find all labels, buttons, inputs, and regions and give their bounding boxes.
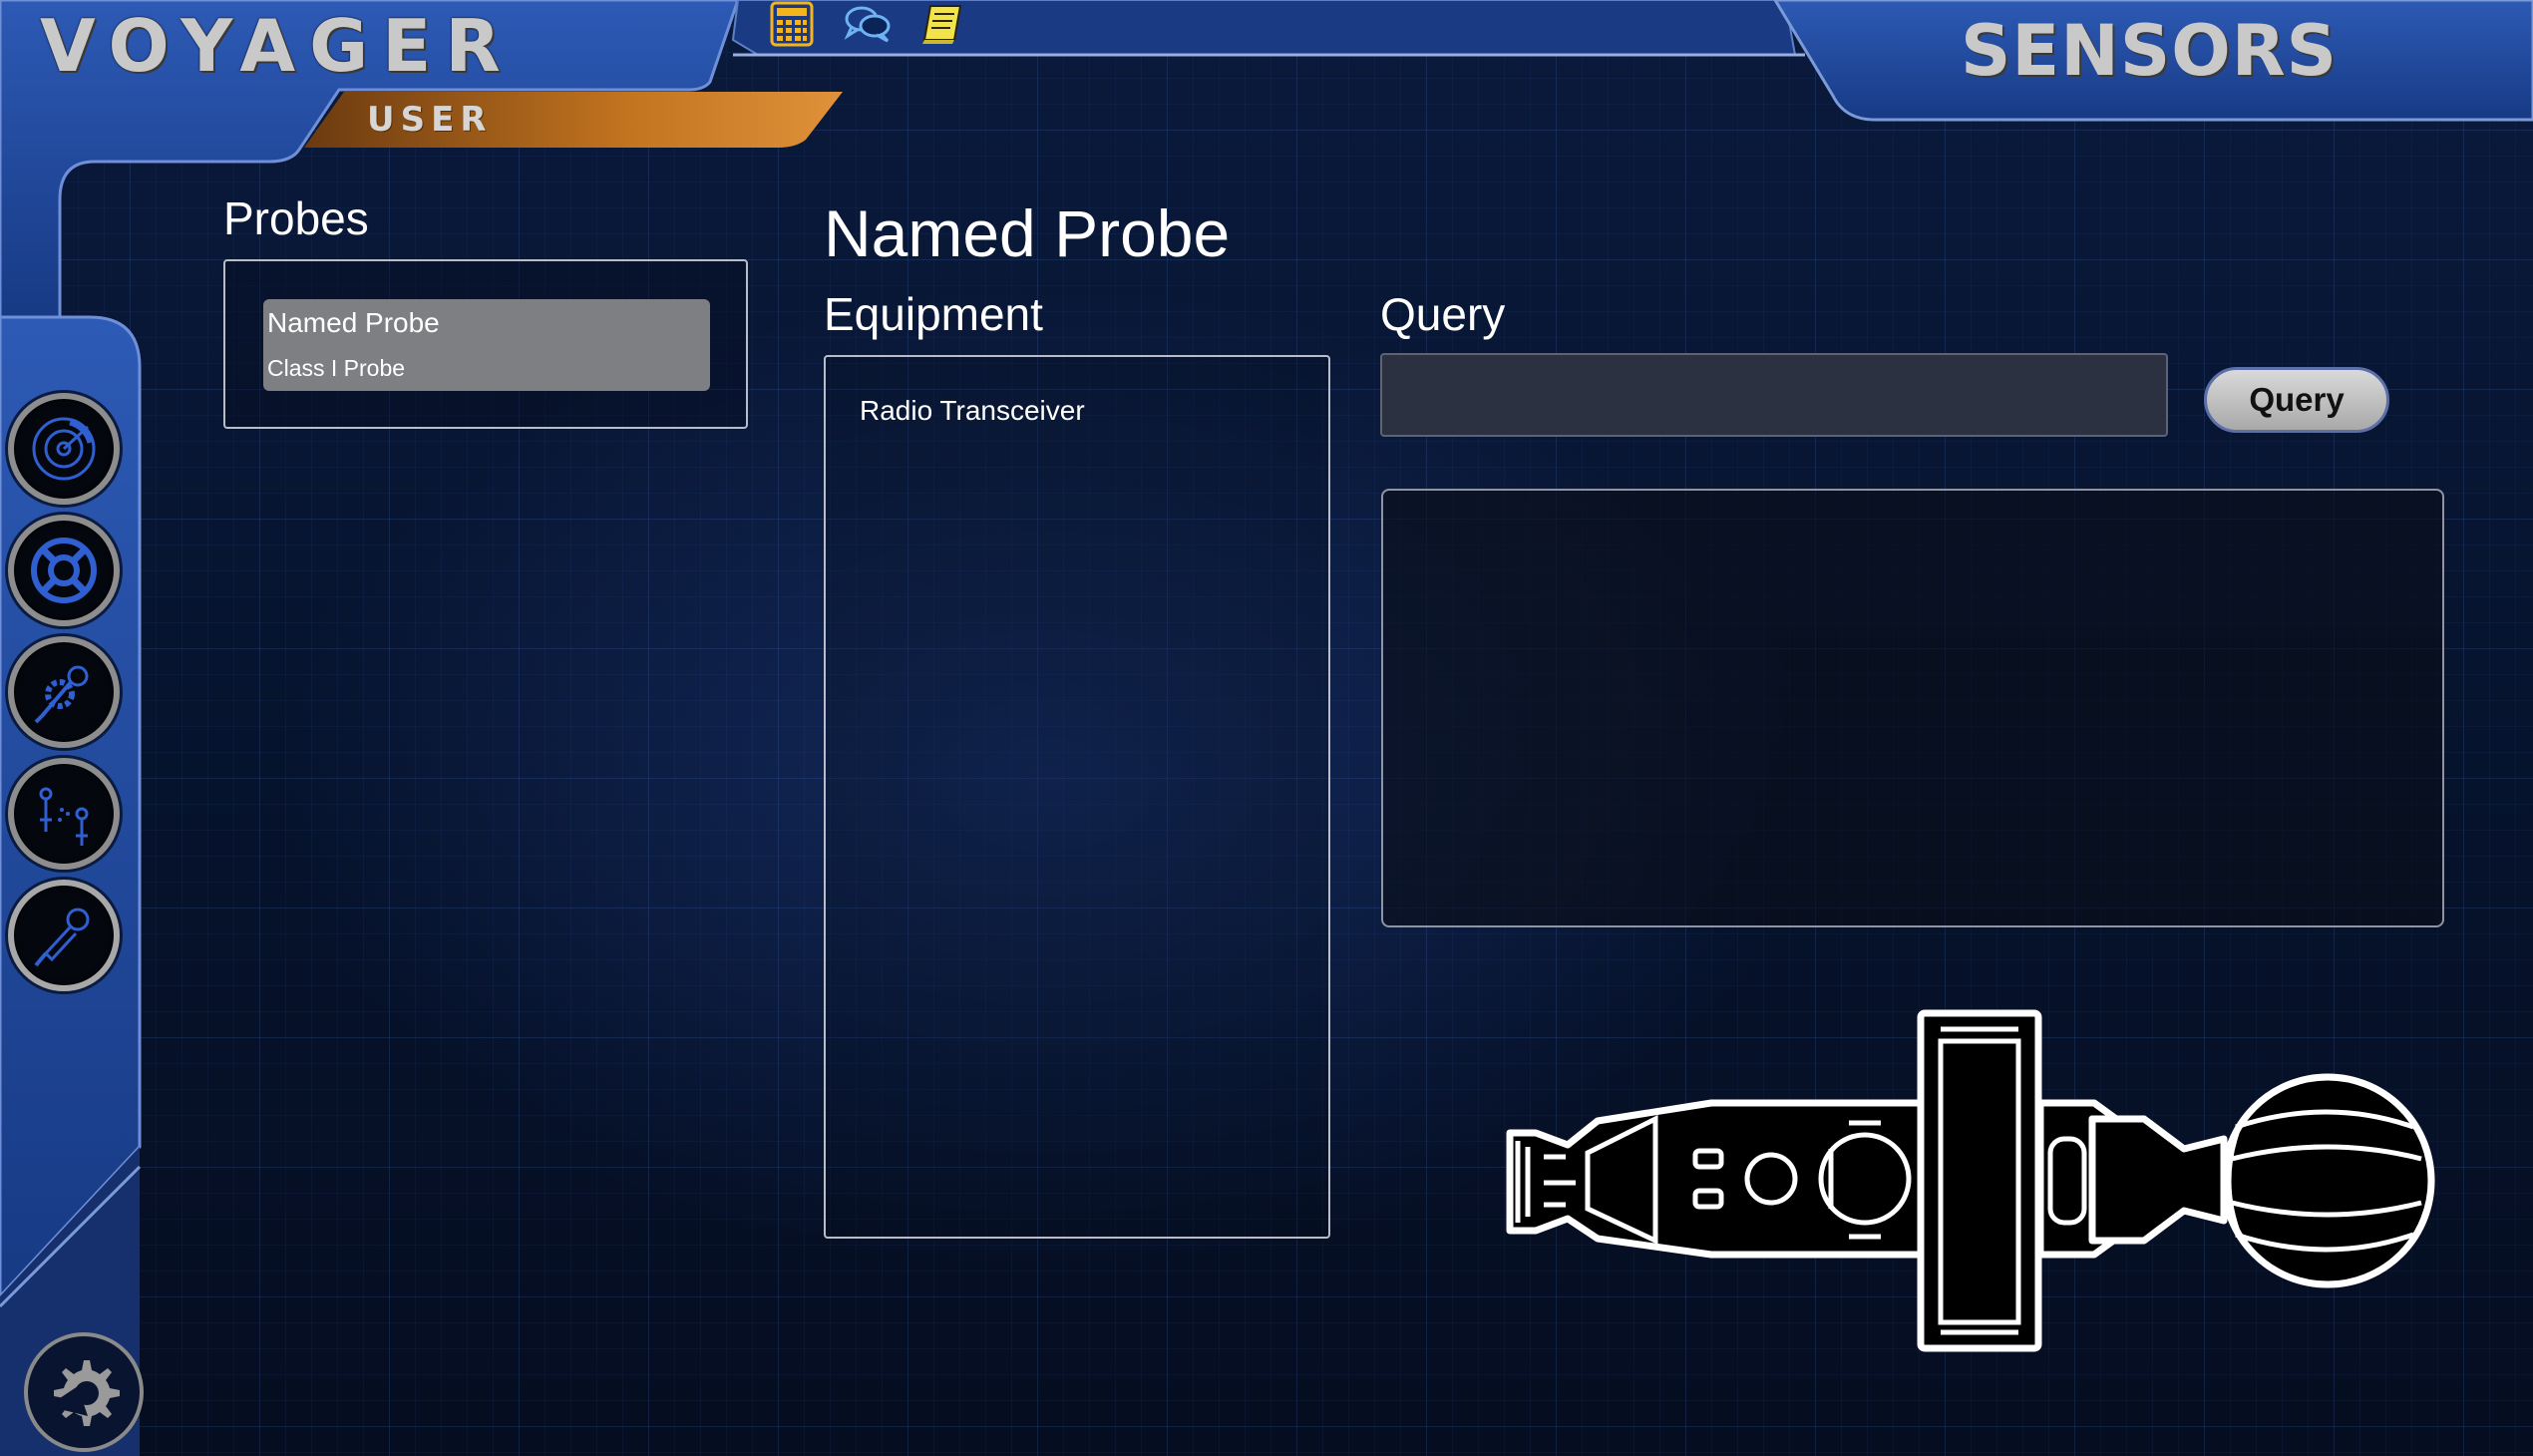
list-item[interactable]: Radio Transceiver [860, 395, 1085, 427]
query-results [1381, 489, 2444, 927]
sidebar-item-probe-network[interactable] [8, 758, 120, 870]
query-button[interactable]: Query [2204, 367, 2389, 433]
gear-icon [48, 1360, 120, 1426]
radar-icon [32, 417, 96, 481]
app-brand: VOYAGER [40, 4, 515, 88]
probe-class: Class I Probe [267, 355, 406, 381]
probe-name: Named Probe [267, 307, 440, 338]
probes-heading: Probes [223, 192, 369, 244]
role-label: USER [367, 100, 493, 140]
probes-list: Named Probe Class I Probe [223, 259, 748, 429]
probe-diagram [1506, 1009, 2435, 1352]
sidebar-item-probe-control[interactable] [8, 880, 120, 991]
sidebar-item-probe-construction[interactable] [8, 636, 120, 748]
equipment-heading: Equipment [824, 288, 1043, 340]
sidebar-item-lifebuoy[interactable] [8, 515, 120, 626]
list-item[interactable]: Named Probe Class I Probe [263, 299, 710, 391]
settings-button[interactable] [24, 1332, 144, 1452]
query-input[interactable] [1380, 353, 2168, 437]
probe-control-icon [34, 908, 90, 967]
station-title: SENSORS [1961, 10, 2339, 92]
calculator-icon[interactable] [768, 0, 816, 48]
sidebar-item-radar[interactable] [8, 393, 120, 505]
sidebar-nav [8, 393, 120, 991]
equipment-list: Radio Transceiver [824, 355, 1330, 1239]
query-heading: Query [1380, 288, 1506, 340]
probe-construction-icon [34, 665, 89, 724]
page-title: Named Probe [824, 196, 1231, 270]
top-toolbar [768, 0, 967, 48]
notebook-icon[interactable] [919, 0, 967, 48]
lifebuoy-icon [31, 538, 97, 603]
chat-icon[interactable] [844, 0, 892, 48]
probe-network-icon [39, 787, 89, 846]
